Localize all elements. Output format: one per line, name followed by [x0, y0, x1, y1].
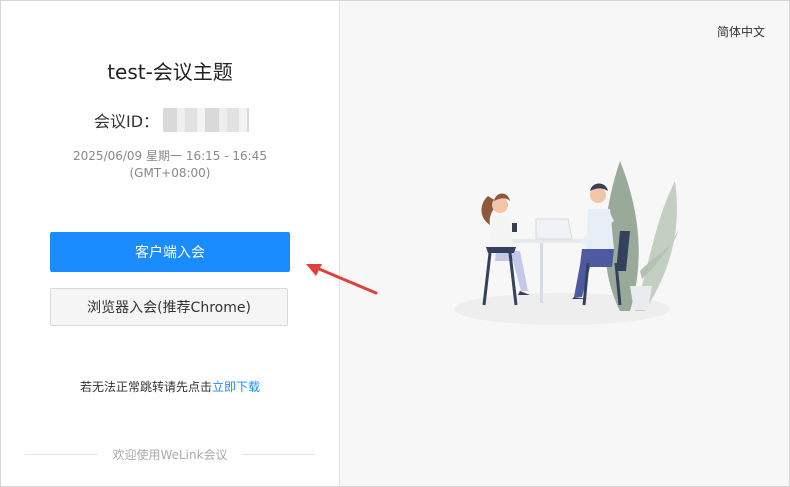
meeting-id-row: 会议ID： [94, 108, 250, 132]
meeting-info-panel: test-会议主题 会议ID： 2025/06/09 星期一 16:15 - 1… [1, 1, 340, 486]
meeting-id-label: 会议ID： [94, 112, 160, 131]
footer-welcome-text: 欢迎使用WeLink会议 [112, 448, 228, 462]
meeting-time-range: 2025/06/09 星期一 16:15 - 16:45 [73, 149, 267, 163]
annotation-arrow [306, 264, 378, 295]
meeting-title: test-会议主题 [107, 60, 233, 84]
client-join-button[interactable]: 客户端入会 [50, 232, 290, 272]
download-hint-text: 若无法正常跳转请先点击 [79, 380, 212, 394]
footer-divider-right [241, 454, 315, 455]
download-hint: 若无法正常跳转请先点击立即下载 [1, 378, 339, 395]
illustration-panel: 简体中文 [340, 1, 789, 486]
meeting-id-masked [163, 108, 250, 132]
download-now-link[interactable]: 立即下载 [212, 380, 260, 394]
meeting-illustration [454, 161, 678, 325]
footer: 欢迎使用WeLink会议 [25, 446, 315, 463]
browser-join-button[interactable]: 浏览器入会(推荐Chrome) [50, 288, 288, 326]
language-selector[interactable]: 简体中文 [717, 23, 765, 40]
meeting-timezone: (GMT+08:00) [129, 166, 211, 180]
footer-divider-left [25, 454, 99, 455]
meeting-time: 2025/06/09 星期一 16:15 - 16:45 (GMT+08:00) [1, 148, 339, 182]
